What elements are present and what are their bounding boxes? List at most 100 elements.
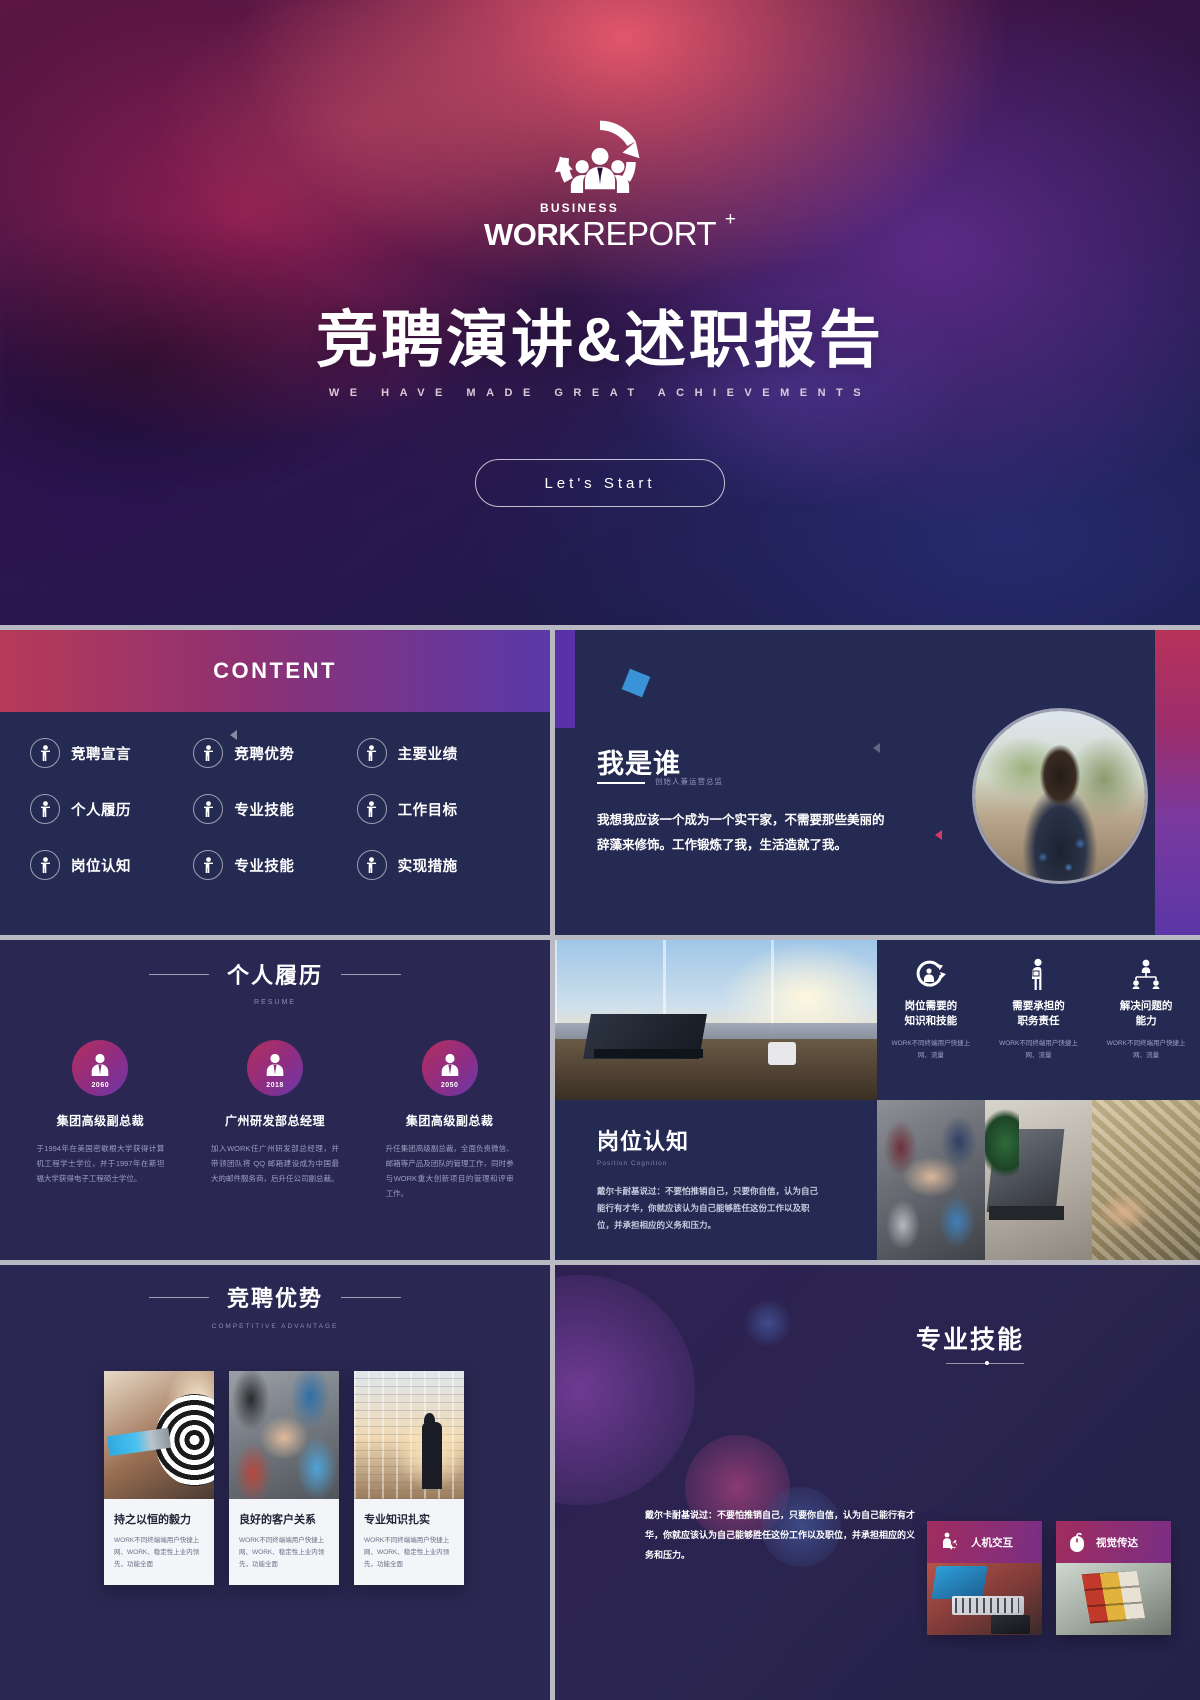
advantage-card[interactable]: 持之以恒的毅力 WORK不同终端端用户快捷上网、WORK、稳定性上业内领先，功能… xyxy=(104,1371,214,1585)
slide-position-cognition: 岗位需要的 知识和技能 WORK不同终端用户快捷上网、流量 需要承担的 职务责任 xyxy=(555,940,1200,1260)
content-item-2[interactable]: 竞聘优势 xyxy=(193,738,356,768)
slide-advantages: 竞聘优势 COMPETITIVE ADVANTAGE 持之以恒的毅力 WORK不… xyxy=(0,1265,550,1700)
triangle-marker-red-icon xyxy=(935,830,942,840)
presentation-deck: BUSINESS WORK REPORT + 竞聘演讲&述职报告 WE HAVE… xyxy=(0,0,1200,1700)
resume-entry-desc: 于1994年在美国密歇根大学获得计算机工程学士学位，并于1997年在斯坦福大学获… xyxy=(36,1144,165,1183)
team-network-icon xyxy=(1130,956,1162,992)
cognition-text-block: 岗位认知 Position Cognition 戴尔卡耐基说过：不要怕推销自己，… xyxy=(555,1100,877,1260)
slide-who-am-i: 我是谁 创始人兼运营总监 我想我应该一个成为一个实干家，不需要那些美丽的辞藻来修… xyxy=(555,630,1200,935)
advantage-card-caption: 持之以恒的毅力 WORK不同终端端用户快捷上网、WORK、稳定性上业内领先，功能… xyxy=(104,1499,214,1585)
brand-plus-icon: + xyxy=(724,209,737,230)
header-rule-left xyxy=(148,1296,209,1298)
businessman-badge-icon: 2018 xyxy=(246,1040,303,1096)
resume-entry-desc: 加入WORK任广州研发部总经理，并带领团队将 QQ 邮箱建设成为中国最大的邮件服… xyxy=(210,1144,339,1183)
businessman-badge-icon: 2060 xyxy=(72,1040,129,1096)
content-item-4[interactable]: 个人履历 xyxy=(30,794,193,824)
cover-title: 竞聘演讲&述职报告 xyxy=(316,306,884,375)
advantage-card-title: 良好的客户关系 xyxy=(239,1514,316,1526)
content-item-1[interactable]: 竞聘宣言 xyxy=(30,738,193,768)
skill-card[interactable]: 人机交互 xyxy=(927,1521,1042,1635)
cognition-subtitle: Position Cognition xyxy=(597,1160,668,1167)
content-item-8[interactable]: 专业技能 xyxy=(193,850,356,880)
who-am-i-body: 我想我应该一个成为一个实干家，不需要那些美丽的辞藻来修饰。工作锻炼了我，生活造就… xyxy=(597,813,885,852)
cognition-cell-title: 岗位需要的 知识和技能 xyxy=(904,1000,958,1027)
advantage-card[interactable]: 良好的客户关系 WORK不同终端端用户快捷上网、WORK、稳定性上业内领先，功能… xyxy=(229,1371,339,1585)
content-item-label: 岗位认知 xyxy=(71,858,131,875)
content-item-3[interactable]: 主要业绩 xyxy=(356,738,520,768)
brand-lockup: BUSINESS WORK REPORT + xyxy=(483,201,736,253)
resume-entry[interactable]: 2060 集团高级副总裁 于1994年在美国密歇根大学获得计算机工程学士学位，并… xyxy=(22,1040,179,1201)
person-growth-arrow-icon xyxy=(914,956,948,992)
office-window-photo xyxy=(555,940,877,1100)
content-item-9[interactable]: 实现措施 xyxy=(356,850,520,880)
dart-bullseye-photo xyxy=(104,1371,214,1499)
triangle-marker-icon xyxy=(873,743,880,753)
skill-card-header: 人机交互 xyxy=(927,1521,1042,1563)
right-accent-stripe xyxy=(1155,630,1200,820)
advantages-header: 竞聘优势 xyxy=(0,1281,550,1313)
skill-card-list: 人机交互 视觉传达 xyxy=(927,1521,1171,1635)
left-accent-stripe xyxy=(555,630,575,728)
content-heading: CONTENT xyxy=(213,658,337,683)
header-rule-right xyxy=(341,973,401,975)
person-icon xyxy=(30,738,60,768)
skills-body: 戴尔卡耐基说过：不要怕推销自己，只要你自信，认为自己能行有才华，你就应该认为自己… xyxy=(645,1510,916,1560)
resume-entry[interactable]: 2050 集团高级副总裁 升任集团高级副总裁，全面负责微信、邮箱等产品及团队的管… xyxy=(371,1040,528,1201)
advantage-card-caption: 专业知识扎实 WORK不同终端端用户快捷上网、WORK、稳定性上业内领先，功能全… xyxy=(354,1499,464,1585)
blue-square-decoration xyxy=(621,668,651,698)
cognition-cell-3[interactable]: 解决问题的 能力 WORK不同终端用户快捷上网、流量 xyxy=(1092,956,1200,1100)
advantage-card-text: WORK不同终端端用户快捷上网、WORK、稳定性上业内领先，功能全面 xyxy=(239,1537,325,1568)
lets-start-button[interactable]: Let's Start xyxy=(475,459,725,507)
header-rule-right xyxy=(341,1296,401,1298)
cognition-body: 戴尔卡耐基说过：不要怕推销自己，只要你自信，认为自己能行有才华，你就应该认为自己… xyxy=(597,1186,819,1230)
title-underline xyxy=(597,782,645,784)
resume-entry-year: 2050 xyxy=(440,1082,459,1089)
cognition-cell-text: WORK不同终端用户快捷上网、流量 xyxy=(999,1040,1078,1059)
person-icon xyxy=(356,850,387,880)
cognition-cell-title: 需要承担的 职务责任 xyxy=(1012,1000,1065,1027)
content-item-7[interactable]: 岗位认知 xyxy=(30,850,193,880)
cognition-title: 岗位认知 xyxy=(597,1129,690,1154)
resume-entry-name: 广州研发部总经理 xyxy=(224,1114,325,1128)
cognition-cell-title: 解决问题的 能力 xyxy=(1119,1000,1173,1027)
brand-work-label: WORK xyxy=(483,217,581,252)
content-item-label: 主要业绩 xyxy=(397,746,458,763)
businessman-window-photo xyxy=(354,1371,464,1499)
resume-entry-year: 2018 xyxy=(266,1082,284,1089)
skill-card-header: 视觉传达 xyxy=(1056,1521,1171,1563)
laptop-desk-plant-photo xyxy=(984,1100,1093,1260)
content-item-label: 工作目标 xyxy=(397,802,458,819)
person-icon xyxy=(193,794,224,824)
right-accent-stripe-lower xyxy=(1155,820,1200,935)
cognition-cell-text: WORK不同终端用户快捷上网、流量 xyxy=(1106,1040,1186,1059)
content-item-label: 竞聘宣言 xyxy=(71,746,131,763)
person-icon xyxy=(30,850,60,880)
brand-report-label: REPORT xyxy=(582,215,717,252)
person-icon xyxy=(193,738,224,768)
cognition-cell-2[interactable]: 需要承担的 职务责任 WORK不同终端用户快捷上网、流量 xyxy=(985,956,1093,1100)
background-blob xyxy=(555,1275,695,1505)
resume-entry[interactable]: 2018 广州研发部总经理 加入WORK任广州研发部总经理，并带领团队将 QQ … xyxy=(197,1040,354,1201)
rubiks-cube-photo xyxy=(1056,1563,1171,1635)
businessman-icon xyxy=(1028,956,1048,992)
skill-card[interactable]: 视觉传达 xyxy=(1056,1521,1171,1635)
header-rule-left xyxy=(148,973,209,975)
resume-title: 个人履历 xyxy=(226,963,323,988)
slide-skills: 专业技能 戴尔卡耐基说过：不要怕推销自己，只要你自信，认为自己能行有才华，你就应… xyxy=(555,1265,1200,1700)
advantages-subtitle: COMPETITIVE ADVANTAGE xyxy=(211,1323,339,1330)
gear-person-icon xyxy=(943,1532,957,1550)
advantage-card[interactable]: 专业知识扎实 WORK不同终端端用户快捷上网、WORK、稳定性上业内领先，功能全… xyxy=(354,1371,464,1585)
team-hands-photo xyxy=(229,1371,339,1499)
content-item-grid: 竞聘宣言 竞聘优势 主要业绩 个人履历 专业技能 工作目标 岗位认知 专业技能 … xyxy=(0,712,550,880)
content-header: CONTENT xyxy=(0,630,550,712)
cognition-cell-1[interactable]: 岗位需要的 知识和技能 WORK不同终端用户快捷上网、流量 xyxy=(877,956,985,1100)
hands-holding-money-photo xyxy=(1092,1100,1200,1260)
business-people-cycle-logo-icon xyxy=(554,120,640,194)
slide-content: CONTENT 竞聘宣言 竞聘优势 主要业绩 个人履历 专业技能 工作目标 岗位… xyxy=(0,630,550,935)
resume-subtitle: RESUME xyxy=(254,999,296,1006)
person-icon xyxy=(356,738,387,768)
person-icon xyxy=(193,850,224,880)
content-item-5[interactable]: 专业技能 xyxy=(193,794,356,824)
content-item-6[interactable]: 工作目标 xyxy=(356,794,520,824)
resume-entry-year: 2060 xyxy=(91,1082,110,1089)
